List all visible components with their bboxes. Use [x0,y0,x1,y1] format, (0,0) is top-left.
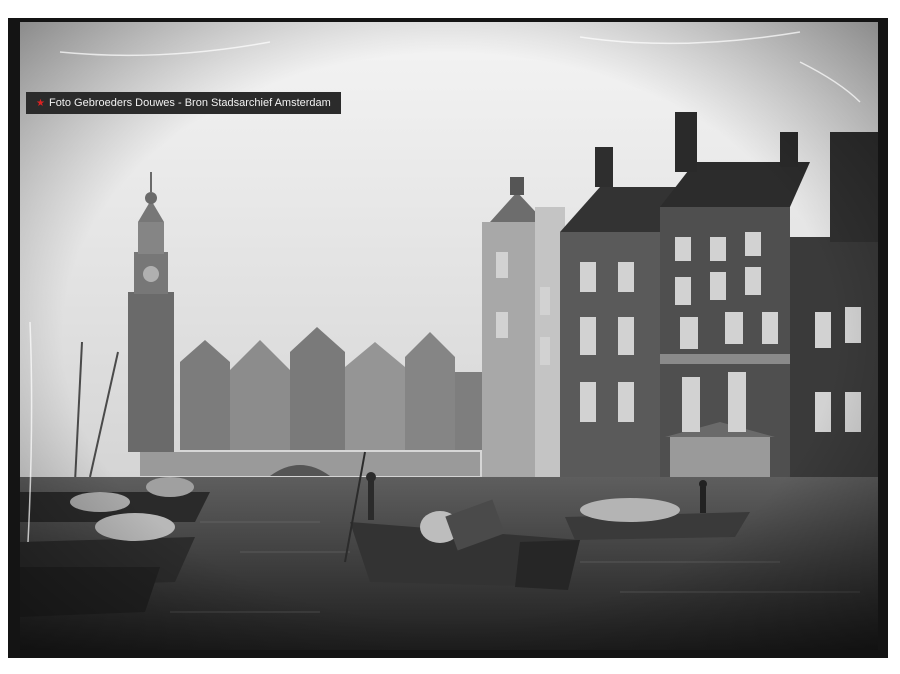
credit-text: Foto Gebroeders Douwes - Bron Stadsarchi… [48,97,331,109]
vignette [20,22,878,650]
photo-credit-caption: ★ Foto Gebroeders Douwes - Bron Stadsarch… [26,92,341,114]
photo-scene [20,22,878,650]
credit-star-icon: ★ [36,98,45,109]
historic-photograph [20,22,878,650]
